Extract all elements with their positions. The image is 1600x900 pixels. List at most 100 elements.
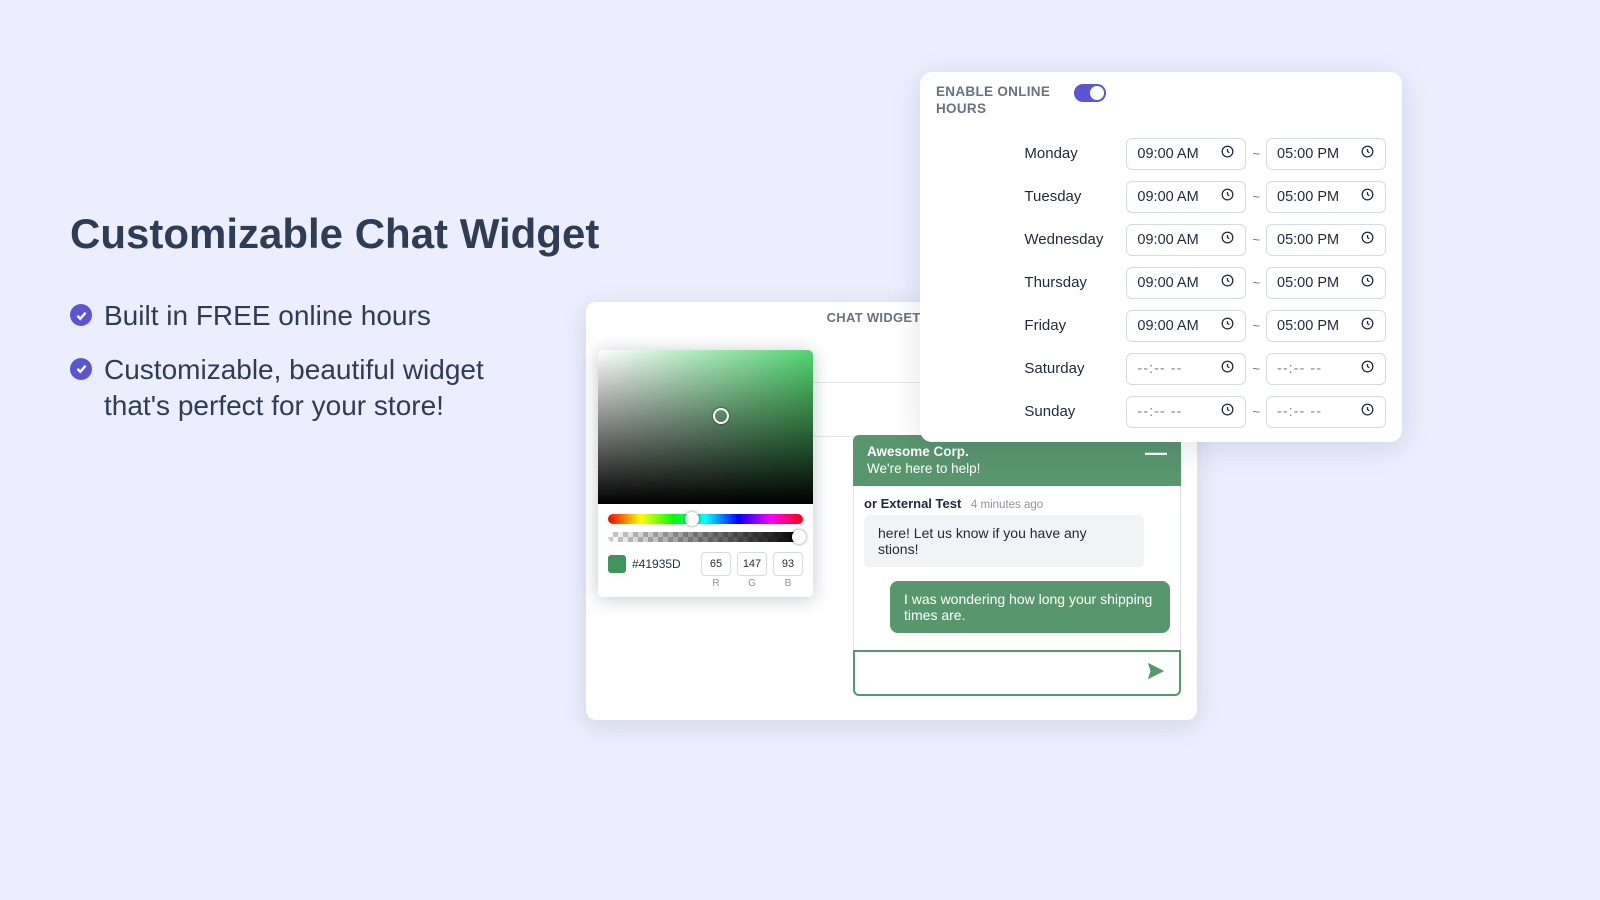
- color-picker: #41935D 65 147 93 R G B: [598, 350, 813, 597]
- picker-b-label: B: [773, 578, 803, 589]
- chat-outgoing-message: I was wondering how long your shipping t…: [890, 581, 1170, 633]
- check-icon: [70, 358, 92, 380]
- clock-icon: [1220, 316, 1235, 336]
- alpha-handle[interactable]: [792, 530, 806, 544]
- online-hours-card: ENABLE ONLINE HOURS Monday 09:00 AM ~05:00…: [920, 72, 1402, 442]
- time-value: 05:00 PM: [1277, 146, 1339, 162]
- chat-input-bar[interactable]: [853, 650, 1181, 696]
- day-name: Tuesday: [1024, 188, 1112, 205]
- clock-icon: [1220, 273, 1235, 293]
- hours-row: Wednesday 09:00 AM ~05:00 PM: [936, 224, 1386, 256]
- range-separator: ~: [1252, 189, 1260, 204]
- time-value: --:-- --: [1277, 361, 1322, 377]
- hours-row: Monday 09:00 AM ~05:00 PM: [936, 138, 1386, 170]
- send-icon[interactable]: [1145, 660, 1167, 687]
- feature-item: Customizable, beautiful widget that's pe…: [70, 352, 550, 424]
- time-value: 05:00 PM: [1277, 189, 1339, 205]
- picker-g-label: G: [737, 578, 767, 589]
- range-separator: ~: [1252, 318, 1260, 333]
- time-value: 09:00 AM: [1137, 232, 1198, 248]
- picker-r-label: R: [701, 578, 731, 589]
- clock-icon: [1360, 316, 1375, 336]
- hours-to-input[interactable]: --:-- --: [1266, 353, 1386, 385]
- range-separator: ~: [1252, 146, 1260, 161]
- time-value: --:-- --: [1137, 361, 1182, 377]
- day-name: Wednesday: [1024, 231, 1112, 248]
- minimize-icon[interactable]: —: [1145, 449, 1167, 458]
- online-hours-toggle[interactable]: [1074, 84, 1106, 102]
- hours-from-input[interactable]: 09:00 AM: [1126, 224, 1246, 256]
- picker-hex-value[interactable]: #41935D: [632, 557, 681, 571]
- time-value: 05:00 PM: [1277, 318, 1339, 334]
- hue-handle[interactable]: [685, 512, 699, 526]
- hours-from-input[interactable]: --:-- --: [1126, 396, 1246, 428]
- clock-icon: [1220, 230, 1235, 250]
- time-value: 09:00 AM: [1137, 318, 1198, 334]
- hours-to-input[interactable]: 05:00 PM: [1266, 267, 1386, 299]
- saturation-handle[interactable]: [713, 408, 729, 424]
- hours-row: Saturday --:-- -- ~ --:-- --: [936, 353, 1386, 385]
- clock-icon: [1360, 402, 1375, 422]
- hours-row: Friday 09:00 AM ~05:00 PM: [936, 310, 1386, 342]
- online-hours-label: ENABLE ONLINE HOURS: [936, 84, 1056, 118]
- hours-to-input[interactable]: 05:00 PM: [1266, 310, 1386, 342]
- feature-text: Customizable, beautiful widget that's pe…: [104, 352, 550, 424]
- hours-to-input[interactable]: 05:00 PM: [1266, 181, 1386, 213]
- hours-from-input[interactable]: 09:00 AM: [1126, 310, 1246, 342]
- chat-time-ago: 4 minutes ago: [971, 499, 1043, 511]
- hours-from-input[interactable]: 09:00 AM: [1126, 181, 1246, 213]
- hours-from-input[interactable]: --:-- --: [1126, 353, 1246, 385]
- feature-list: Built in FREE online hours Customizable,…: [70, 280, 550, 423]
- day-name: Friday: [1024, 317, 1112, 334]
- saturation-field[interactable]: [598, 350, 813, 504]
- time-value: --:-- --: [1277, 404, 1322, 420]
- day-name: Monday: [1024, 145, 1112, 162]
- range-separator: ~: [1252, 361, 1260, 376]
- hours-row: Thursday 09:00 AM ~05:00 PM: [936, 267, 1386, 299]
- chat-company-name: Awesome Corp.: [867, 444, 1167, 459]
- time-value: 09:00 AM: [1137, 146, 1198, 162]
- hours-to-input[interactable]: 05:00 PM: [1266, 138, 1386, 170]
- chat-tagline: We're here to help!: [867, 461, 1167, 476]
- clock-icon: [1220, 144, 1235, 164]
- picker-swatch: [608, 555, 626, 573]
- hours-to-input[interactable]: 05:00 PM: [1266, 224, 1386, 256]
- hue-slider[interactable]: [608, 514, 803, 524]
- clock-icon: [1220, 359, 1235, 379]
- clock-icon: [1360, 359, 1375, 379]
- time-value: 05:00 PM: [1277, 232, 1339, 248]
- hours-from-input[interactable]: 09:00 AM: [1126, 138, 1246, 170]
- picker-b-input[interactable]: 93: [773, 552, 803, 576]
- promo-heading: Customizable Chat Widget: [70, 210, 599, 258]
- picker-g-input[interactable]: 147: [737, 552, 767, 576]
- feature-text: Built in FREE online hours: [104, 298, 431, 334]
- range-separator: ~: [1252, 232, 1260, 247]
- chat-header: Awesome Corp. We're here to help! —: [853, 435, 1181, 486]
- hours-from-input[interactable]: 09:00 AM: [1126, 267, 1246, 299]
- chat-sender-name: or External Test: [864, 496, 961, 511]
- hours-row: Sunday --:-- -- ~ --:-- --: [936, 396, 1386, 428]
- range-separator: ~: [1252, 275, 1260, 290]
- time-value: 05:00 PM: [1277, 275, 1339, 291]
- clock-icon: [1220, 402, 1235, 422]
- chat-sender-meta: or External Test 4 minutes ago: [864, 496, 1170, 511]
- clock-icon: [1220, 187, 1235, 207]
- time-value: 09:00 AM: [1137, 189, 1198, 205]
- range-separator: ~: [1252, 404, 1260, 419]
- day-name: Sunday: [1024, 403, 1112, 420]
- clock-icon: [1360, 230, 1375, 250]
- picker-r-input[interactable]: 65: [701, 552, 731, 576]
- day-name: Saturday: [1024, 360, 1112, 377]
- time-value: 09:00 AM: [1137, 275, 1198, 291]
- day-name: Thursday: [1024, 274, 1112, 291]
- alpha-slider[interactable]: [608, 532, 803, 542]
- check-icon: [70, 304, 92, 326]
- time-value: --:-- --: [1137, 404, 1182, 420]
- toggle-knob: [1090, 86, 1104, 100]
- clock-icon: [1360, 144, 1375, 164]
- feature-item: Built in FREE online hours: [70, 298, 550, 334]
- hours-to-input[interactable]: --:-- --: [1266, 396, 1386, 428]
- clock-icon: [1360, 273, 1375, 293]
- hours-row: Tuesday 09:00 AM ~05:00 PM: [936, 181, 1386, 213]
- chat-widget-preview: Awesome Corp. We're here to help! — or E…: [853, 435, 1181, 696]
